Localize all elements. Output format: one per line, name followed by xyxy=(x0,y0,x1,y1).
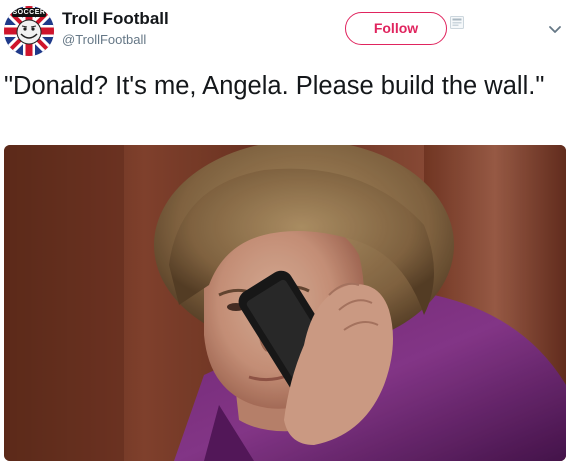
author-names: Troll Football @TrollFootball xyxy=(62,9,169,49)
avatar[interactable]: SOCCER xyxy=(4,6,54,56)
follow-badge-icon xyxy=(450,16,464,29)
chevron-down-icon[interactable] xyxy=(548,22,562,36)
tweet-photo[interactable] xyxy=(4,145,566,461)
tweet-header: SOCCER Troll Football @TrollFootball Fol… xyxy=(0,0,573,64)
author-display-name[interactable]: Troll Football xyxy=(62,9,169,29)
tweet-text: "Donald? It's me, Angela. Please build t… xyxy=(4,72,545,100)
follow-button[interactable]: Follow xyxy=(345,12,447,45)
avatar-text: SOCCER xyxy=(12,9,46,16)
photo-media-image xyxy=(4,145,566,461)
tweet-card: SOCCER Troll Football @TrollFootball Fol… xyxy=(0,0,573,473)
author-handle[interactable]: @TrollFootball xyxy=(62,31,169,49)
